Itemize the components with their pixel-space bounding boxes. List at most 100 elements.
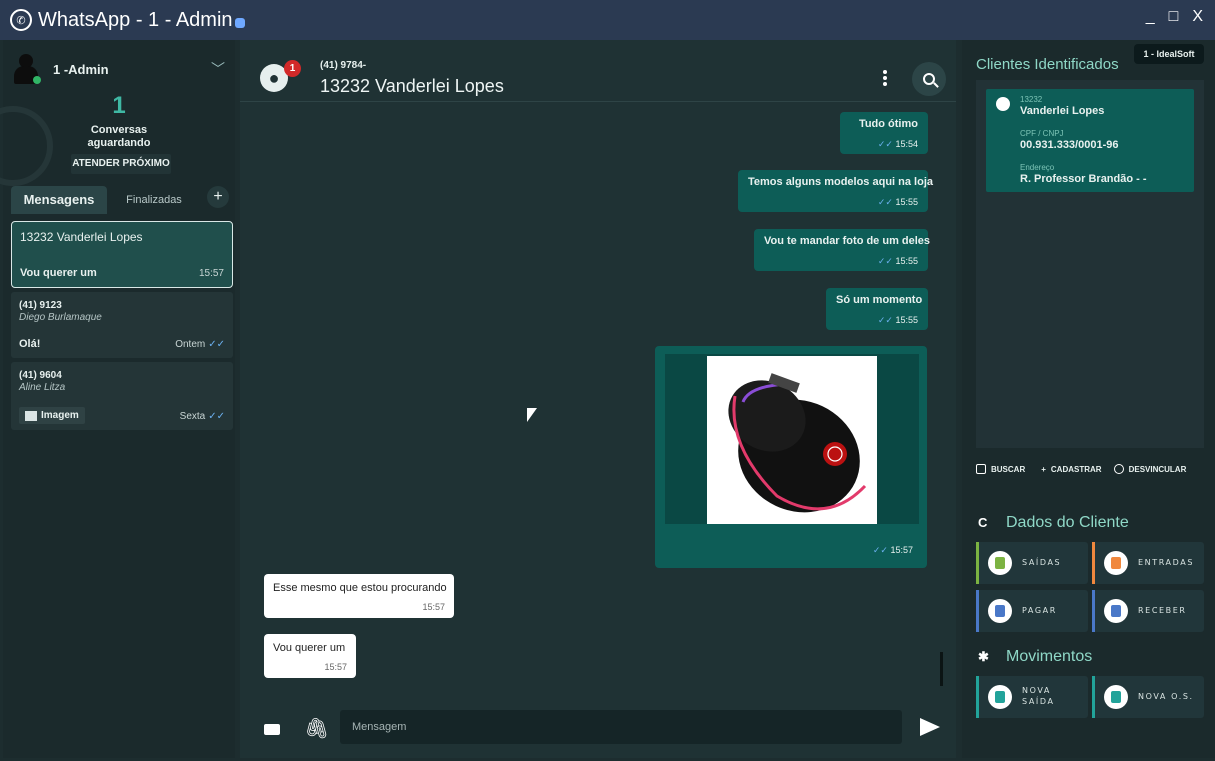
conversation-contact-name: Diego Burlamaque [19, 312, 102, 323]
chevron-down-icon[interactable]: ﹀ [211, 59, 225, 79]
tab-finalizadas[interactable]: Finalizadas [119, 186, 189, 214]
conversation-contact-name: Aline Litza [19, 382, 66, 393]
conversation-title: (41) 9604 [19, 370, 62, 381]
image-frame [665, 354, 919, 524]
status-icon [234, 18, 245, 28]
client-data-section-title: C Dados do Cliente [978, 514, 1129, 531]
chat-panel: ● 1 (41) 9784- 13232 Vanderlei Lopes Tud… [240, 40, 956, 758]
tab-mensagens[interactable]: Mensagens [11, 186, 107, 214]
search-icon [923, 73, 935, 85]
left-sidebar: 1 -Admin ﹀ 1 Conversas aguardando ATENDE… [0, 40, 235, 758]
waiting-count: 1 [112, 92, 126, 119]
client-name: Vanderlei Lopes [1020, 105, 1105, 117]
search-client-button[interactable]: BUSCAR [976, 464, 1025, 474]
message-incoming: Vou querer um 15:57 [264, 634, 356, 678]
double-check-icon: ✓✓ [208, 339, 225, 350]
chat-header: ● 1 (41) 9784- 13232 Vanderlei Lopes [240, 40, 956, 102]
message-outgoing: Só um momento ✓✓ 15:55 [826, 288, 928, 330]
maximize-button[interactable]: □ [1169, 8, 1179, 26]
pagar-tile[interactable]: PAGAR [976, 590, 1088, 632]
address-label: Endereço [1020, 163, 1055, 172]
company-tag: 1 - IdealSoft [1134, 44, 1204, 64]
scrollbar[interactable] [940, 652, 943, 686]
more-options-icon[interactable] [880, 68, 890, 92]
image-icon [25, 410, 37, 421]
message-input[interactable] [340, 710, 902, 744]
message-incoming: Esse mesmo que estou procurando 15:57 [264, 574, 454, 618]
conversation-last-message: Imagem [19, 407, 85, 424]
doc-label: CPF / CNPJ [1020, 129, 1064, 138]
image-message[interactable]: ✓✓ 15:57 [655, 346, 927, 568]
document-icon [1104, 599, 1128, 623]
shopping-bag-icon [988, 551, 1012, 575]
doc-value: 00.931.333/0001-96 [1020, 139, 1119, 151]
mouse-cursor-icon [527, 408, 537, 422]
conversation-item[interactable]: (41) 9604 Aline Litza Imagem Sexta ✓✓ [11, 362, 233, 430]
message-outgoing: Temos alguns modelos aqui na loja ✓✓ 15:… [738, 170, 933, 212]
unlink-client-button[interactable]: DESVINCULAR [1113, 464, 1186, 474]
double-check-icon: ✓✓ [877, 197, 893, 207]
attend-next-button[interactable]: ATENDER PRÓXIMO [71, 154, 171, 174]
entradas-tile[interactable]: ENTRADAS [1092, 542, 1204, 584]
mouse-photo[interactable] [707, 356, 877, 524]
new-sale-tile[interactable]: NOVA SAÍDA [976, 676, 1088, 718]
online-status-dot [33, 76, 41, 84]
contact-name: 13232 Vanderlei Lopes [320, 76, 504, 96]
message-outgoing: Vou te mandar foto de um deles ✓✓ 15:55 [754, 229, 930, 271]
refresh-icon: C [978, 515, 988, 530]
contact-card-icon [976, 464, 986, 474]
close-button[interactable]: X [1192, 8, 1203, 26]
client-card[interactable]: 13232 Vanderlei Lopes CPF / CNPJ 00.931.… [986, 89, 1194, 192]
conversation-last-message: Vou querer um [20, 267, 97, 279]
person-icon [996, 97, 1010, 111]
search-button[interactable] [912, 62, 946, 96]
right-panel: Clientes Identificados 1 - IdealSoft 132… [962, 40, 1215, 758]
double-check-icon: ✓✓ [208, 411, 225, 422]
movements-section-title: ✱ Movimentos [978, 648, 1093, 665]
gear-icon: ✱ [978, 649, 989, 664]
double-check-icon: ✓✓ [877, 139, 893, 149]
user-name: 1 -Admin [53, 61, 109, 77]
conversation-title: 13232 Vanderlei Lopes [20, 230, 143, 244]
message-composer: 🖇 [240, 702, 956, 758]
block-icon [1113, 464, 1124, 474]
conversation-last-message: Olá! [19, 338, 41, 350]
wrench-icon [1104, 685, 1128, 709]
cart-icon [988, 685, 1012, 709]
add-person-icon: + [1041, 464, 1046, 474]
conversation-title: (41) 9123 [19, 300, 62, 311]
quick-reply-icon[interactable] [264, 724, 280, 735]
minimize-button[interactable]: _ [1146, 8, 1155, 26]
conversation-item[interactable]: 13232 Vanderlei Lopes Vou querer um 15:5… [11, 221, 233, 288]
add-conversation-button[interactable]: + [207, 186, 229, 208]
clients-title: Clientes Identificados [976, 56, 1119, 73]
double-check-icon: ✓✓ [872, 545, 888, 555]
double-check-icon: ✓✓ [877, 315, 893, 325]
user-menu[interactable]: 1 -Admin ﹀ [13, 50, 225, 88]
client-actions: BUSCAR + CADASTRAR DESVINCULAR [976, 456, 1204, 482]
register-client-button[interactable]: + CADASTRAR [1041, 465, 1101, 474]
document-icon [988, 599, 1012, 623]
client-code: 13232 [1020, 95, 1043, 104]
saidas-tile[interactable]: SAÍDAS [976, 542, 1088, 584]
window-title: WhatsApp - 1 - Admin [38, 8, 233, 31]
conversation-item[interactable]: (41) 9123 Diego Burlamaque Olá! Ontem ✓✓ [11, 292, 233, 358]
conversation-time: Sexta ✓✓ [179, 411, 225, 422]
new-service-order-tile[interactable]: NOVA O.S. [1092, 676, 1204, 718]
waiting-label: Conversas aguardando [87, 124, 151, 149]
receber-tile[interactable]: RECEBER [1092, 590, 1204, 632]
attach-icon[interactable]: 🖇 [304, 716, 329, 741]
conversation-time: Ontem ✓✓ [175, 339, 225, 350]
inbox-icon [1104, 551, 1128, 575]
whatsapp-icon: ✆ [10, 9, 32, 31]
contact-phone: (41) 9784- [320, 60, 367, 71]
title-bar: ✆ WhatsApp - 1 - Admin _ □ X [0, 0, 1215, 40]
avatar [13, 52, 41, 86]
send-icon[interactable] [920, 718, 940, 736]
window-controls: _ □ X [1146, 8, 1203, 26]
conversation-time: 15:57 [198, 268, 224, 279]
client-list: 13232 Vanderlei Lopes CPF / CNPJ 00.931.… [976, 80, 1204, 448]
address-value: R. Professor Brandão - - [1020, 173, 1147, 185]
message-outgoing: Tudo ótimo ✓✓ 15:54 [840, 112, 928, 154]
unread-badge: 1 [284, 60, 301, 77]
